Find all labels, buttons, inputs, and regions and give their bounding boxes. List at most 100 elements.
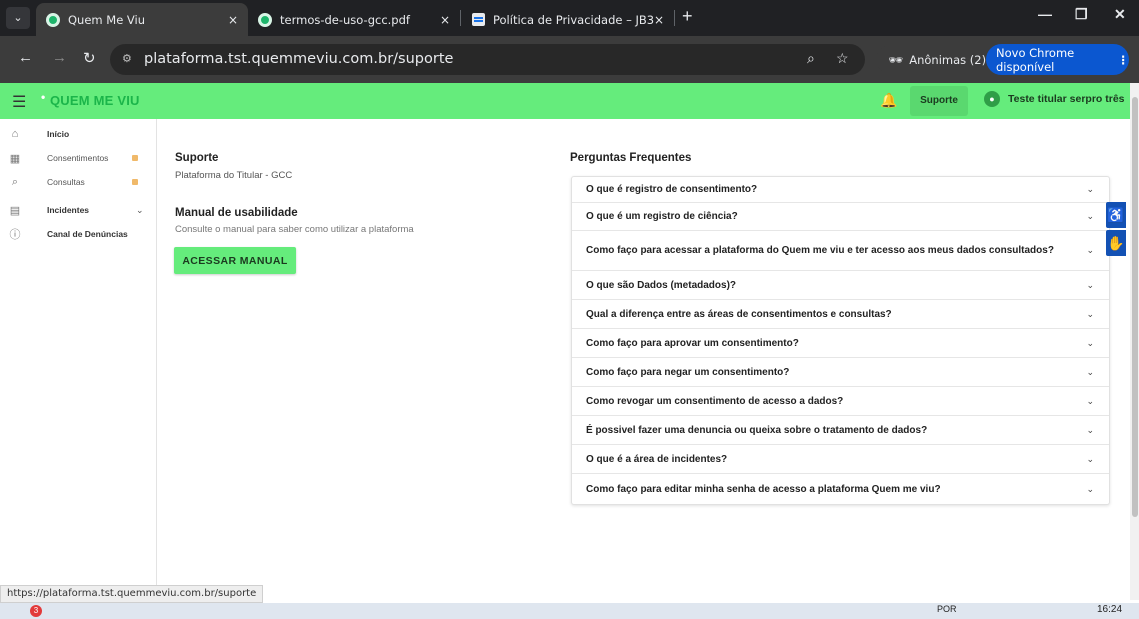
faq-title: Perguntas Frequentes bbox=[570, 152, 692, 164]
keyboard-language[interactable]: POR bbox=[937, 604, 957, 614]
document-favicon-icon bbox=[472, 13, 485, 26]
incognito-icon: 🕶 bbox=[888, 52, 904, 67]
home-icon: ⌂ bbox=[11, 128, 19, 140]
faq-question: Como faço para negar um consentimento? bbox=[586, 366, 790, 378]
sidebar-item-incidentes[interactable]: ▤ Incidentes ⌄ bbox=[0, 200, 157, 220]
lock-icon bbox=[132, 179, 138, 185]
sidebar-item-label: Consentimentos bbox=[47, 153, 109, 163]
faq-item[interactable]: Como faço para acessar a plataforma do Q… bbox=[572, 231, 1109, 271]
browser-tab-politica[interactable]: Política de Privacidade – JB3 × bbox=[462, 3, 674, 36]
browser-tab-quem-me-viu[interactable]: Quem Me Viu × bbox=[36, 3, 248, 36]
tab-search-icon[interactable]: ⌄ bbox=[6, 7, 30, 29]
main-content: Suporte Plataforma do Titular - GCC Manu… bbox=[158, 119, 1130, 587]
sidebar-item-inicio[interactable]: ⌂ Início bbox=[0, 124, 157, 144]
site-settings-icon[interactable]: ⚙ bbox=[122, 52, 132, 65]
chevron-down-icon: ⌄ bbox=[1086, 395, 1094, 406]
chevron-down-icon: ⌄ bbox=[1086, 308, 1094, 319]
close-tab-icon[interactable]: × bbox=[228, 13, 238, 27]
chevron-down-icon: ⌄ bbox=[1086, 211, 1094, 221]
close-window-icon[interactable]: ✕ bbox=[1114, 6, 1126, 23]
notification-badge[interactable]: 3 bbox=[30, 605, 42, 617]
sidebar-item-label: Canal de Denúncias bbox=[47, 229, 128, 239]
forward-icon[interactable]: → bbox=[52, 49, 67, 66]
clock[interactable]: 16:24 bbox=[1097, 604, 1122, 615]
faq-item[interactable]: O que é um registro de ciência? ⌄ bbox=[572, 203, 1109, 231]
platform-subtitle: Plataforma do Titular - GCC bbox=[175, 170, 293, 181]
accessibility-icon[interactable]: ♿ bbox=[1106, 202, 1126, 228]
faq-question: O que é registro de consentimento? bbox=[586, 184, 758, 195]
bookmark-star-icon[interactable]: ☆ bbox=[836, 50, 849, 67]
tab-title: Quem Me Viu bbox=[68, 12, 146, 27]
browser-toolbar: ← → ↻ ⚙ plataforma.tst.quemmeviu.com.br/… bbox=[0, 36, 1139, 83]
sidebar-item-canal-denuncias[interactable]: ⓘ Canal de Denúncias bbox=[0, 224, 157, 244]
faq-item[interactable]: Como faço para negar um consentimento? ⌄ bbox=[572, 358, 1109, 387]
faq-item[interactable]: É possivel fazer uma denuncia ou queixa … bbox=[572, 416, 1109, 445]
menu-kebab-icon: ⋮ bbox=[1117, 52, 1130, 67]
sidebar-item-consentimentos[interactable]: ▦ Consentimentos bbox=[0, 148, 157, 168]
sidebar: ⌂ Início ▦ Consentimentos ⌕ Consultas ▤ … bbox=[0, 119, 157, 587]
chevron-down-icon: ⌄ bbox=[1086, 337, 1094, 348]
faq-question: Como faço para acessar a plataforma do Q… bbox=[586, 245, 1054, 256]
tab-separator bbox=[674, 10, 675, 26]
reload-icon[interactable]: ↻ bbox=[83, 49, 96, 67]
notifications-bell-icon[interactable]: 🔔 bbox=[880, 92, 897, 109]
sidebar-item-consultas[interactable]: ⌕ Consultas bbox=[0, 172, 157, 192]
sidebar-item-label: Consultas bbox=[47, 177, 85, 187]
status-link-preview: https://plataforma.tst.quemmeviu.com.br/… bbox=[0, 585, 264, 603]
menu-icon[interactable]: ☰ bbox=[12, 92, 26, 112]
alert-icon: ⓘ bbox=[9, 229, 21, 241]
faq-question: O que são Dados (metadados)? bbox=[586, 279, 737, 291]
back-icon[interactable]: ← bbox=[18, 49, 33, 66]
faq-question: É possivel fazer uma denuncia ou queixa … bbox=[586, 424, 928, 436]
brand-text: QUEM ME VIU bbox=[50, 93, 140, 108]
restore-icon[interactable]: ❐ bbox=[1075, 6, 1088, 23]
brand-dot-icon: • bbox=[41, 90, 46, 104]
faq-item[interactable]: Como faço para editar minha senha de ace… bbox=[572, 474, 1109, 504]
faq-question: Como faço para aprovar um consentimento? bbox=[586, 337, 799, 349]
chevron-down-icon: ⌄ bbox=[1086, 483, 1094, 494]
lock-icon bbox=[132, 155, 138, 161]
chrome-update-button[interactable]: Novo Chrome disponível ⋮ bbox=[986, 44, 1129, 75]
chevron-down-icon: ⌄ bbox=[1086, 366, 1094, 377]
new-tab-button[interactable]: + bbox=[682, 6, 693, 27]
faq-question: Como faço para editar minha senha de ace… bbox=[586, 483, 941, 495]
tab-separator bbox=[460, 10, 461, 26]
suporte-link[interactable]: Suporte bbox=[910, 86, 968, 116]
chevron-down-icon: ⌄ bbox=[1086, 453, 1094, 464]
brand-logo[interactable]: • QUEM ME VIU bbox=[41, 90, 140, 108]
faq-question: O que é a área de incidentes? bbox=[586, 453, 728, 465]
close-tab-icon[interactable]: × bbox=[440, 13, 450, 27]
chevron-down-icon: ⌄ bbox=[136, 204, 144, 215]
minimize-icon[interactable]: — bbox=[1038, 6, 1052, 22]
manual-description: Consulte o manual para saber como utiliz… bbox=[175, 224, 414, 235]
faq-accordion: O que é registro de consentimento? ⌄ O q… bbox=[571, 176, 1110, 505]
sidebar-item-label: Início bbox=[47, 129, 70, 139]
faq-item[interactable]: O que são Dados (metadados)? ⌄ bbox=[572, 271, 1109, 300]
address-bar[interactable]: ⚙ plataforma.tst.quemmeviu.com.br/suport… bbox=[110, 44, 865, 75]
faq-item[interactable]: O que é registro de consentimento? ⌄ bbox=[572, 177, 1109, 203]
search-icon: ⌕ bbox=[11, 175, 19, 188]
chevron-down-icon: ⌄ bbox=[1086, 279, 1094, 290]
faq-item[interactable]: Como faço para aprovar um consentimento?… bbox=[572, 329, 1109, 358]
faq-question: O que é um registro de ciência? bbox=[586, 211, 738, 222]
faq-item[interactable]: Como revogar um consentimento de acesso … bbox=[572, 387, 1109, 416]
app-header: ☰ • QUEM ME VIU 🔔 Suporte ● Teste titula… bbox=[0, 83, 1130, 119]
faq-item[interactable]: Qual a diferença entre as áreas de conse… bbox=[572, 300, 1109, 329]
tab-title: termos-de-uso-gcc.pdf bbox=[280, 12, 410, 27]
access-manual-button[interactable]: ACESSAR MANUAL bbox=[174, 247, 296, 274]
close-tab-icon[interactable]: × bbox=[654, 13, 664, 27]
quem-me-viu-favicon-icon bbox=[258, 12, 272, 27]
zoom-icon[interactable]: ⌕ bbox=[807, 50, 815, 67]
url-text[interactable]: plataforma.tst.quemmeviu.com.br/suporte bbox=[144, 51, 453, 67]
incognito-label: Anônimas (2) bbox=[909, 52, 987, 67]
incognito-indicator[interactable]: 🕶 Anônimas (2) bbox=[876, 45, 999, 74]
scrollbar-thumb[interactable] bbox=[1132, 97, 1138, 517]
grid-icon: ▦ bbox=[9, 152, 21, 165]
incident-icon: ▤ bbox=[9, 204, 21, 217]
user-menu[interactable]: ● Teste titular serpro três bbox=[984, 91, 1125, 107]
sign-language-icon[interactable]: ✋ bbox=[1106, 230, 1126, 256]
browser-tab-termos[interactable]: termos-de-uso-gcc.pdf × bbox=[248, 3, 460, 36]
page-title: Suporte bbox=[175, 152, 219, 164]
chevron-down-icon: ⌄ bbox=[1086, 184, 1094, 194]
faq-item[interactable]: O que é a área de incidentes? ⌄ bbox=[572, 445, 1109, 474]
